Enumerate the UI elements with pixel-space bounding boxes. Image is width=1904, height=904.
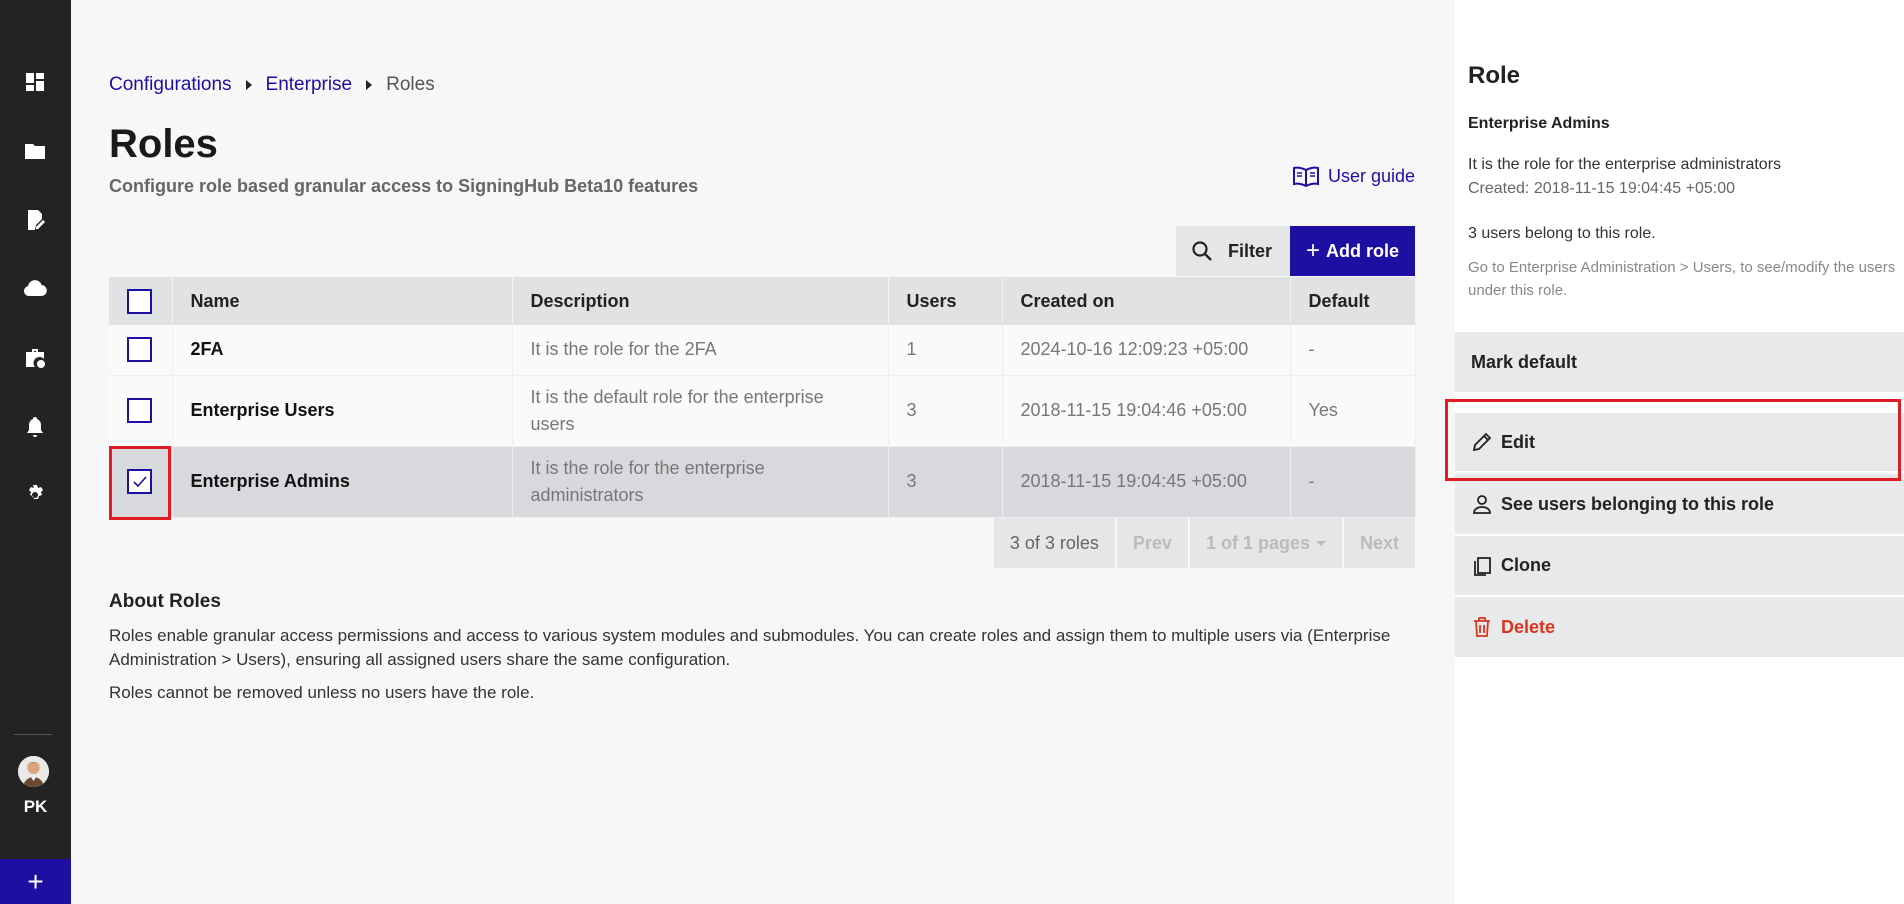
- row-checkbox-cell: [109, 325, 173, 376]
- panel-title: Role: [1468, 62, 1521, 89]
- role-created-cell: 2018-11-15 19:04:45 +05:00: [1002, 446, 1291, 518]
- column-header-default[interactable]: Default: [1290, 277, 1416, 325]
- rail-divider: [14, 734, 52, 735]
- pencil-icon: [1472, 432, 1492, 452]
- column-header-description[interactable]: Description: [512, 277, 889, 325]
- row-checkbox-checked[interactable]: [127, 469, 152, 494]
- user-guide-link[interactable]: User guide: [1292, 164, 1415, 188]
- role-created-cell: 2024-10-16 12:09:23 +05:00: [1002, 325, 1291, 376]
- filter-label: Filter: [1227, 240, 1272, 261]
- column-header-created-on[interactable]: Created on: [1002, 277, 1291, 325]
- role-users-cell: 1: [888, 325, 1003, 376]
- user-initials: PK: [23, 797, 48, 816]
- pagination-page-select[interactable]: 1 of 1 pages: [1189, 518, 1342, 568]
- page-subtitle: Configure role based granular access to …: [109, 176, 699, 196]
- role-users-cell: 3: [888, 446, 1003, 518]
- edit-label: Edit: [1501, 431, 1535, 452]
- delete-button[interactable]: Delete: [1455, 597, 1904, 657]
- bell-icon[interactable]: [22, 414, 48, 440]
- mark-default-label: Mark default: [1471, 351, 1578, 372]
- breadcrumb-separator-icon: [366, 80, 373, 90]
- breadcrumb-separator-icon: [245, 80, 252, 90]
- see-users-label: See users belonging to this role: [1501, 493, 1775, 514]
- user-guide-label: User guide: [1327, 165, 1415, 186]
- pages-label: 1 of 1 pages: [1205, 532, 1310, 553]
- pagination-prev-button[interactable]: Prev: [1116, 518, 1188, 568]
- panel-users-count: 3 users belong to this role.: [1468, 225, 1656, 242]
- row-checkbox-cell: [109, 446, 173, 518]
- role-default-cell: Yes: [1290, 375, 1416, 447]
- roles-table: Name Description Users Created on Defaul…: [109, 277, 1416, 518]
- user-icon: [1473, 495, 1491, 514]
- table-row[interactable]: 2FA It is the role for the 2FA 1 2024-10…: [109, 325, 1416, 376]
- breadcrumb-configurations[interactable]: Configurations: [109, 74, 232, 96]
- book-icon: [1292, 166, 1319, 188]
- add-role-label: Add role: [1325, 240, 1399, 261]
- role-details-panel: Role Enterprise Admins It is the role fo…: [1455, 0, 1904, 904]
- pagination-next-button[interactable]: Next: [1343, 518, 1415, 568]
- filter-button[interactable]: Filter: [1175, 226, 1290, 276]
- clone-button[interactable]: Clone: [1455, 536, 1904, 595]
- dashboard-icon[interactable]: [22, 69, 48, 95]
- panel-role-created: Created: 2018-11-15 19:04:45 +05:00: [1468, 180, 1736, 197]
- role-name-cell: 2FA: [172, 325, 513, 376]
- row-checkbox[interactable]: [127, 398, 152, 423]
- role-default-cell: -: [1290, 446, 1416, 518]
- search-icon: [1192, 241, 1212, 261]
- panel-role-name: Enterprise Admins: [1468, 115, 1610, 132]
- role-name-cell: Enterprise Admins: [172, 446, 513, 518]
- document-edit-icon[interactable]: [22, 207, 48, 233]
- edit-button[interactable]: Edit: [1455, 413, 1904, 471]
- breadcrumb-enterprise[interactable]: Enterprise: [266, 74, 353, 96]
- pagination-count: 3 of 3 roles: [993, 518, 1115, 568]
- panel-role-description: It is the role for the enterprise admini…: [1468, 156, 1782, 173]
- trash-icon: [1474, 617, 1490, 637]
- see-users-button[interactable]: See users belonging to this role: [1455, 474, 1904, 534]
- role-description-cell: It is the default role for the enterpris…: [512, 375, 889, 447]
- pagination: 3 of 3 roles Prev 1 of 1 pages Next: [992, 518, 1415, 568]
- select-all-checkbox[interactable]: [127, 288, 152, 314]
- about-roles-title: About Roles: [109, 591, 221, 612]
- table-row[interactable]: Enterprise Users It is the default role …: [109, 375, 1416, 447]
- select-all-cell: [109, 277, 173, 325]
- copy-icon: [1474, 556, 1491, 576]
- role-description-cell: It is the role for the enterprise admini…: [512, 446, 889, 518]
- create-new-button[interactable]: +: [0, 859, 71, 904]
- briefcase-clock-icon[interactable]: [22, 345, 48, 371]
- breadcrumb: Configurations Enterprise Roles: [109, 74, 435, 96]
- prev-label: Prev: [1132, 532, 1172, 553]
- cloud-icon[interactable]: [22, 276, 48, 302]
- about-roles-note: Roles cannot be removed unless no users …: [109, 683, 535, 702]
- next-label: Next: [1359, 532, 1399, 553]
- checkmark-icon: [132, 475, 147, 487]
- row-checkbox-cell: [109, 375, 173, 447]
- column-header-name[interactable]: Name: [172, 277, 513, 325]
- main-content: Configurations Enterprise Roles Roles Co…: [71, 0, 1455, 904]
- role-description-cell: It is the role for the 2FA: [512, 325, 889, 376]
- about-roles-text: Roles enable granular access permissions…: [109, 626, 1391, 669]
- table-toolbar: Filter + Add role: [1175, 226, 1415, 276]
- role-name-cell: Enterprise Users: [172, 375, 513, 447]
- left-nav-rail: PK +: [0, 0, 71, 904]
- clone-label: Clone: [1501, 555, 1552, 575]
- avatar[interactable]: [18, 756, 49, 787]
- role-created-cell: 2018-11-15 19:04:46 +05:00: [1002, 375, 1291, 447]
- role-users-cell: 3: [888, 375, 1003, 447]
- chevron-down-icon: [1315, 540, 1326, 546]
- page-title: Roles: [109, 122, 218, 166]
- column-header-users[interactable]: Users: [888, 277, 1003, 325]
- mark-default-button[interactable]: Mark default: [1455, 332, 1904, 392]
- gear-icon[interactable]: [22, 482, 48, 508]
- plus-icon: +: [27, 865, 44, 897]
- table-header-row: Name Description Users Created on Defaul…: [109, 277, 1416, 325]
- table-row-selected[interactable]: Enterprise Admins It is the role for the…: [109, 446, 1416, 518]
- row-checkbox[interactable]: [127, 337, 152, 363]
- plus-icon: +: [1305, 237, 1320, 264]
- panel-hint: Go to Enterprise Administration > Users,…: [1468, 259, 1896, 299]
- delete-label: Delete: [1501, 616, 1556, 637]
- folder-icon[interactable]: [22, 138, 48, 164]
- role-default-cell: -: [1290, 325, 1416, 376]
- breadcrumb-current: Roles: [386, 74, 435, 95]
- add-role-button[interactable]: + Add role: [1289, 226, 1415, 276]
